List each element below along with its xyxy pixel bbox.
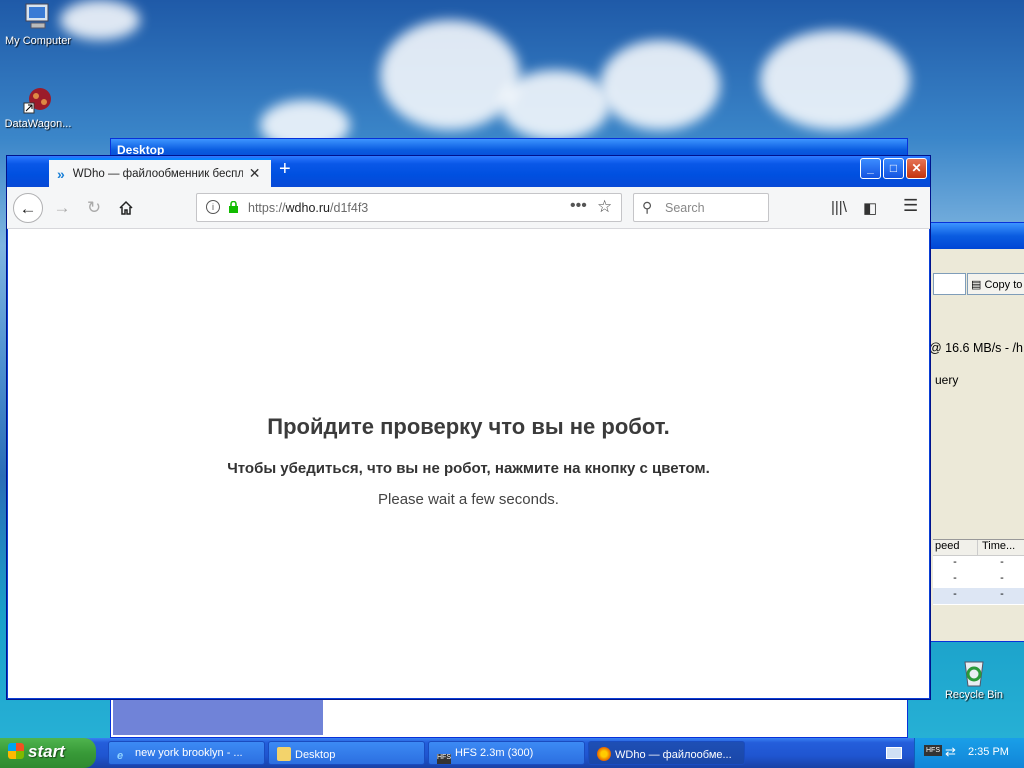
desktop-icon-label: My Computer: [4, 35, 72, 47]
table-cell: -: [1000, 556, 1004, 568]
recycle-bin-icon: [958, 656, 990, 687]
library-icon[interactable]: |||\: [831, 199, 847, 216]
column-header-speed[interactable]: peed: [933, 540, 977, 555]
lock-icon[interactable]: [228, 201, 239, 213]
wait-text: Please wait a few seconds.: [378, 491, 559, 508]
hfs-query-text: uery: [935, 373, 959, 387]
desktop-icon-label: DataWagon...: [4, 118, 72, 130]
cloud: [380, 20, 520, 130]
sidebar-icon[interactable]: ◧: [863, 199, 877, 217]
search-icon: ⚲: [642, 199, 653, 215]
desktop-icon-recycle-bin[interactable]: Recycle Bin: [934, 656, 1014, 701]
desktop-icon-my-computer[interactable]: My Computer: [0, 2, 78, 47]
url-prefix: https://: [248, 201, 286, 215]
copy-to-button[interactable]: ▤ Copy to: [967, 273, 1024, 295]
network-icon[interactable]: ⇄: [945, 744, 956, 760]
table-row: --: [933, 572, 1024, 588]
back-button[interactable]: ←: [13, 193, 43, 223]
navigation-toolbar: ← → ↻ i https://wdho.ru/d1f4f3 ••• ☆ ⚲ S…: [7, 187, 930, 229]
firefox-icon: [597, 747, 611, 761]
search-placeholder: Search: [665, 201, 705, 215]
page-content: Пройдите проверку что вы не робот. Чтобы…: [7, 229, 930, 699]
page-actions-icon[interactable]: •••: [570, 197, 587, 215]
maximize-button[interactable]: □: [883, 158, 904, 179]
start-label: start: [28, 742, 65, 761]
clock[interactable]: 2:35 PM: [968, 746, 1009, 758]
search-bar[interactable]: ⚲ Search: [633, 193, 769, 222]
wdho-favicon-icon: »: [57, 165, 65, 182]
bookmark-star-icon[interactable]: ☆: [597, 197, 612, 217]
folder-icon: [277, 747, 291, 761]
url-path: /d1f4f3: [330, 201, 369, 215]
desktop-icon-label: Recycle Bin: [944, 689, 1004, 701]
page-subheading: Чтобы убедиться, что вы не робот, нажмит…: [227, 460, 710, 477]
desktop-icon-datawagon[interactable]: DataWagon...: [0, 85, 78, 130]
arrow-right-icon: →: [53, 198, 71, 217]
taskbar-item-label: WDho — файлообме...: [615, 749, 732, 761]
table-cell: -: [953, 572, 957, 584]
table-cell: -: [953, 588, 957, 600]
taskbar: start e new york brooklyn - ... Desktop H…: [0, 738, 1024, 768]
url-text: https://wdho.ru/d1f4f3: [248, 201, 368, 215]
reload-button[interactable]: ↻: [79, 193, 109, 223]
datawagon-icon: [22, 85, 54, 115]
keyboard-icon[interactable]: [886, 747, 902, 759]
info-icon[interactable]: i: [206, 200, 220, 214]
forward-button[interactable]: →: [47, 193, 77, 223]
background-window-hfs[interactable]: ▤ Copy to @ 16.6 MB/s - /h uery peed Tim…: [924, 222, 1024, 642]
hamburger-menu-icon[interactable]: ☰: [903, 196, 918, 216]
taskbar-item-hfs[interactable]: HFS HFS 2.3m (300): [428, 741, 585, 765]
table-cell: -: [1000, 588, 1004, 600]
home-icon: [119, 200, 133, 215]
taskbar-item-label: HFS 2.3m (300): [455, 747, 534, 759]
internet-explorer-icon: e: [117, 750, 124, 762]
table-cell: -: [1000, 572, 1004, 584]
url-domain: wdho.ru: [285, 201, 331, 215]
table-row: --: [933, 588, 1024, 604]
cloud: [500, 70, 610, 140]
table-header: peed Time...: [933, 540, 1024, 556]
home-button[interactable]: [111, 193, 141, 223]
minimize-button[interactable]: _: [860, 158, 881, 179]
windows-logo-icon: [8, 743, 24, 759]
hfs-titlebar[interactable]: [925, 223, 1024, 249]
start-button[interactable]: start: [0, 738, 96, 768]
taskbar-item-label: new york brooklyn - ...: [135, 747, 243, 759]
url-bar[interactable]: i https://wdho.ru/d1f4f3 ••• ☆: [196, 193, 622, 222]
taskbar-item-ie[interactable]: e new york brooklyn - ...: [108, 741, 265, 765]
tab-title: WDho — файлообменник бесплатно: [72, 167, 243, 180]
close-window-button[interactable]: ✕: [906, 158, 927, 179]
cloud: [760, 30, 910, 130]
computer-icon: [22, 2, 54, 32]
hfs-speed-text: @ 16.6 MB/s - /h: [929, 341, 1023, 355]
taskbar-item-desktop[interactable]: Desktop: [268, 741, 425, 765]
hfs-tray-icon[interactable]: HFS: [924, 745, 942, 756]
taskbar-item-label: Desktop: [295, 749, 336, 761]
browser-tab-active[interactable]: » WDho — файлообменник бесплатно ✕: [49, 158, 271, 187]
page-heading: Пройдите проверку что вы не робот.: [267, 414, 670, 439]
taskbar-item-firefox[interactable]: WDho — файлообме...: [588, 741, 745, 765]
copy-to-label: Copy to: [984, 279, 1023, 291]
system-tray: HFS ⇄ 2:35 PM: [914, 738, 1024, 768]
cloud: [600, 40, 720, 130]
table-row: --: [933, 556, 1024, 572]
copy-icon: ▤: [971, 279, 982, 291]
browser-window[interactable]: » WDho — файлообменник бесплатно ✕ + _ □…: [6, 155, 931, 700]
column-header-time[interactable]: Time...: [977, 540, 1024, 555]
arrow-left-icon: ←: [19, 199, 37, 218]
new-tab-button[interactable]: +: [279, 158, 291, 181]
reload-icon: ↻: [86, 198, 102, 217]
close-tab-icon[interactable]: ✕: [249, 165, 261, 182]
hfs-icon: HFS: [437, 754, 451, 764]
hfs-transfer-table: peed Time... -- -- --: [933, 539, 1024, 605]
hfs-input[interactable]: [933, 273, 966, 295]
table-cell: -: [953, 556, 957, 568]
